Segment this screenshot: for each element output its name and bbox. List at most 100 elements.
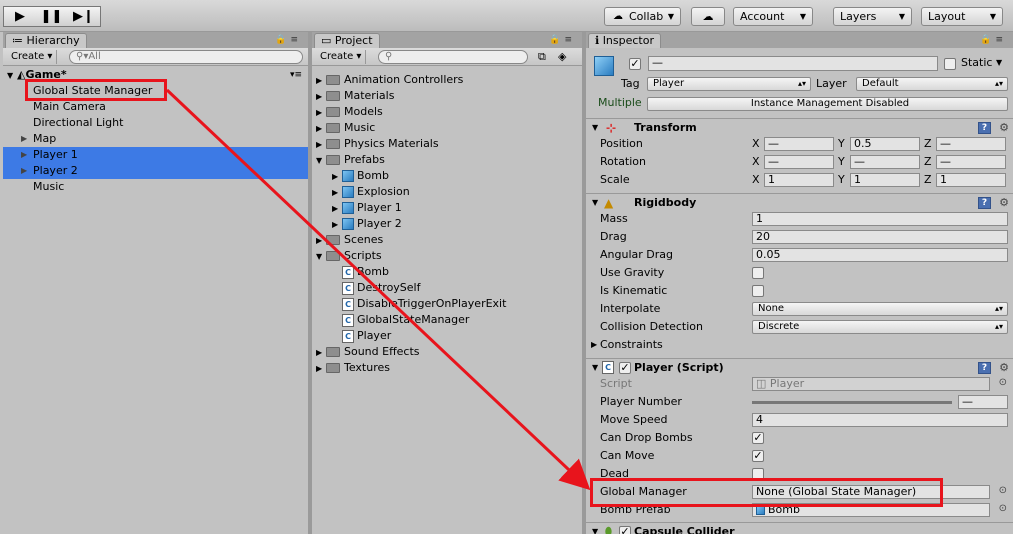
project-item[interactable]: ▶ Music <box>312 120 582 136</box>
scene-menu-icon[interactable]: ▾≡ <box>290 67 302 83</box>
static-dropdown-arrow-icon[interactable]: ▼ <box>996 58 1002 67</box>
object-picker-icon[interactable]: ⊙ <box>999 377 1007 388</box>
collision-detection-dropdown[interactable]: Discrete ▴▾ <box>752 320 1008 334</box>
player-script-header[interactable]: ▼ C ✓ Player (Script) ? ⚙ <box>586 358 1013 376</box>
is-kinematic-checkbox[interactable] <box>752 285 764 297</box>
layer-dropdown[interactable]: Default ▴▾ <box>856 77 1008 91</box>
scale-z-field[interactable]: 1 <box>936 173 1006 187</box>
active-checkbox[interactable]: ✓ <box>629 58 641 70</box>
project-item[interactable]: C DisableTriggerOnPlayerExit <box>312 296 582 312</box>
project-item[interactable]: ▶ Player 2 <box>312 216 582 232</box>
object-picker-icon[interactable]: ⊙ <box>999 503 1007 514</box>
hierarchy-item-map[interactable]: ▶ Map <box>3 131 308 147</box>
project-item[interactable]: ▶ Explosion <box>312 184 582 200</box>
project-item[interactable]: ▶ Materials <box>312 88 582 104</box>
help-book-icon[interactable]: ? <box>978 122 991 134</box>
foldout-open-icon[interactable]: ▼ <box>592 359 598 377</box>
axis-label-x[interactable]: X <box>752 154 760 170</box>
step-button[interactable]: ▶❙ <box>67 6 101 27</box>
position-x-field[interactable]: — <box>764 137 834 151</box>
layers-dropdown[interactable]: Layers ▼ <box>833 7 912 26</box>
project-item[interactable]: C DestroySelf <box>312 280 582 296</box>
player-number-slider[interactable] <box>752 401 952 404</box>
project-item[interactable]: ▼ Scripts <box>312 248 582 264</box>
tab-hierarchy[interactable]: ≔ Hierarchy <box>5 33 87 48</box>
collapsed-arrow-icon[interactable]: ▶ <box>332 185 342 201</box>
move-speed-field[interactable]: 4 <box>752 413 1008 427</box>
hierarchy-search-input[interactable]: ⚲▾All <box>69 50 303 64</box>
interpolate-dropdown[interactable]: None ▴▾ <box>752 302 1008 316</box>
player-script-enabled-checkbox[interactable]: ✓ <box>619 362 631 374</box>
collapsed-arrow-icon[interactable]: ▶ <box>316 361 326 377</box>
project-item[interactable]: ▶ Textures <box>312 360 582 376</box>
help-book-icon[interactable]: ? <box>978 362 991 374</box>
project-item[interactable]: ▶ Physics Materials <box>312 136 582 152</box>
project-item[interactable]: ▼ Prefabs <box>312 152 582 168</box>
constraints-foldout[interactable]: ▶ Constraints <box>591 336 663 354</box>
position-z-field[interactable]: — <box>936 137 1006 151</box>
tab-inspector[interactable]: ℹ Inspector <box>588 33 661 48</box>
rotation-z-field[interactable]: — <box>936 155 1006 169</box>
project-item[interactable]: ▶ Sound Effects <box>312 344 582 360</box>
panel-lock-menu-icon[interactable]: 🔒≡ <box>275 35 302 45</box>
cloud-button[interactable]: ☁ <box>691 7 725 26</box>
foldout-open-icon[interactable]: ▼ <box>592 194 598 212</box>
expand-arrow-icon[interactable]: ▼ <box>316 153 326 169</box>
foldout-closed-icon[interactable]: ▶ <box>591 336 597 354</box>
project-item[interactable]: ▶ Models <box>312 104 582 120</box>
project-item[interactable]: ▶ Animation Controllers <box>312 72 582 88</box>
capsule-collider-header[interactable]: ▼ ⬮ ✓ Capsule Collider <box>586 522 1013 534</box>
gear-icon[interactable]: ⚙ <box>999 119 1009 137</box>
project-item[interactable]: ▶ Bomb <box>312 168 582 184</box>
foldout-open-icon[interactable]: ▼ <box>592 119 598 137</box>
angular-drag-field[interactable]: 0.05 <box>752 248 1008 262</box>
hierarchy-item-player-1[interactable]: ▶ Player 1 <box>3 147 308 163</box>
filter-type-icon[interactable]: ⧉ <box>538 50 546 64</box>
collapsed-arrow-icon[interactable]: ▶ <box>332 169 342 185</box>
axis-label-z[interactable]: Z <box>924 172 932 188</box>
project-item[interactable]: C Bomb <box>312 264 582 280</box>
filter-label-icon[interactable]: ◈ <box>558 50 566 63</box>
collapsed-arrow-icon[interactable]: ▶ <box>332 217 342 233</box>
use-gravity-checkbox[interactable] <box>752 267 764 279</box>
tag-dropdown[interactable]: Player ▴▾ <box>647 77 811 91</box>
pause-button[interactable]: ❚❚ <box>35 6 69 27</box>
hierarchy-item-music[interactable]: Music <box>3 179 308 195</box>
foldout-open-icon[interactable]: ▼ <box>592 523 598 534</box>
axis-label-x[interactable]: X <box>752 172 760 188</box>
player-number-field[interactable]: — <box>958 395 1008 409</box>
collapsed-arrow-icon[interactable]: ▶ <box>316 137 326 153</box>
project-create-button[interactable]: Create ▾ <box>316 50 367 64</box>
axis-label-z[interactable]: Z <box>924 154 932 170</box>
collapsed-arrow-icon[interactable]: ▶ <box>332 201 342 217</box>
collapsed-arrow-icon[interactable]: ▶ <box>21 131 27 147</box>
rotation-y-field[interactable]: — <box>850 155 920 169</box>
hierarchy-create-button[interactable]: Create ▾ <box>7 50 58 64</box>
scale-x-field[interactable]: 1 <box>764 173 834 187</box>
collapsed-arrow-icon[interactable]: ▶ <box>316 233 326 249</box>
drag-field[interactable]: 20 <box>752 230 1008 244</box>
axis-label-y[interactable]: Y <box>838 154 845 170</box>
collapsed-arrow-icon[interactable]: ▶ <box>316 105 326 121</box>
name-field[interactable]: — <box>648 56 938 71</box>
collapsed-arrow-icon[interactable]: ▶ <box>316 345 326 361</box>
expand-arrow-icon[interactable]: ▼ <box>316 249 326 265</box>
axis-label-x[interactable]: X <box>752 136 760 152</box>
capsule-enabled-checkbox[interactable]: ✓ <box>619 526 631 534</box>
layout-dropdown[interactable]: Layout ▼ <box>921 7 1003 26</box>
rigidbody-header[interactable]: ▼ ▲ Rigidbody ? ⚙ <box>586 193 1013 211</box>
axis-label-z[interactable]: Z <box>924 136 932 152</box>
axis-label-y[interactable]: Y <box>838 136 845 152</box>
panel-lock-menu-icon[interactable]: 🔒≡ <box>980 35 1007 45</box>
tab-project[interactable]: ▭ Project <box>314 33 380 48</box>
object-picker-icon[interactable]: ⊙ <box>999 485 1007 496</box>
collapsed-arrow-icon[interactable]: ▶ <box>316 121 326 137</box>
position-y-field[interactable]: 0.5 <box>850 137 920 151</box>
collab-dropdown[interactable]: ☁ Collab ▼ <box>604 7 681 26</box>
panel-lock-menu-icon[interactable]: 🔒≡ <box>549 35 576 45</box>
hierarchy-item-main-camera[interactable]: Main Camera <box>3 99 308 115</box>
collapsed-arrow-icon[interactable]: ▶ <box>316 73 326 89</box>
project-item[interactable]: ▶ Player 1 <box>312 200 582 216</box>
can-move-checkbox[interactable]: ✓ <box>752 450 764 462</box>
rotation-x-field[interactable]: — <box>764 155 834 169</box>
